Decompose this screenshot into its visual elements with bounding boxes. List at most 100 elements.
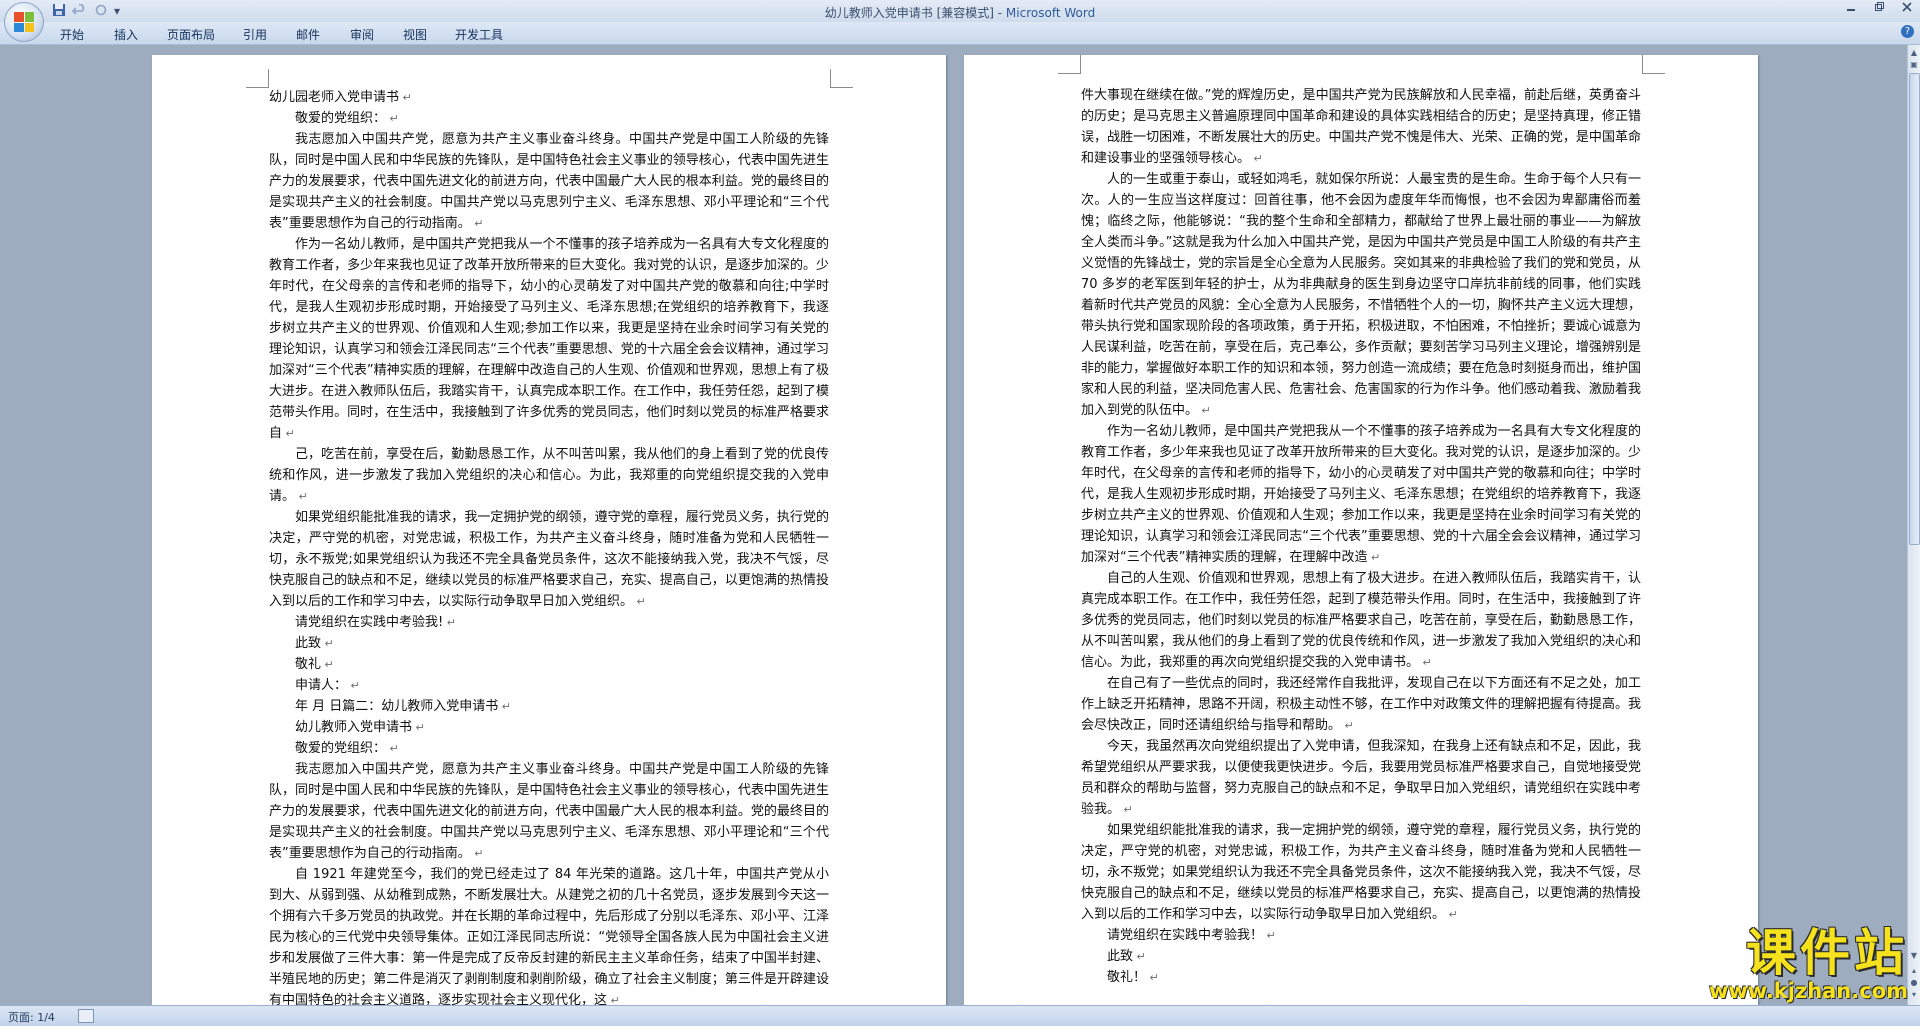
paragraph-mark-icon: ↵ xyxy=(1133,950,1146,963)
paragraph-text: 敬礼 xyxy=(295,657,322,672)
paragraph-text: 此致 xyxy=(295,636,322,651)
close-icon[interactable] xyxy=(1902,1,1912,16)
paragraph[interactable]: 此致 ↵ xyxy=(269,633,829,654)
previous-page-icon[interactable]: ▴ xyxy=(1909,965,1919,977)
paragraph-mark-icon: ↵ xyxy=(607,994,620,1005)
paragraph[interactable]: 我志愿加入中国共产党，愿意为共产主义事业奋斗终身。中国共产党是中国工人阶级的先锋… xyxy=(269,129,829,234)
window-controls xyxy=(1846,1,1912,16)
paragraph-text: 今天，我虽然再次向党组织提出了入党申请，但我深知，在我身上还有缺点和不足，因此，… xyxy=(1081,739,1641,817)
paragraph-text: 申请人： xyxy=(295,678,348,693)
scroll-down-icon[interactable]: ▼ xyxy=(1909,950,1919,962)
tab-view[interactable]: 视图 xyxy=(403,26,427,43)
paragraph[interactable]: 人的一生或重于泰山，或轻如鸿毛，就如保尔所说：人最宝贵的是生命。生命于每个人只有… xyxy=(1081,169,1641,421)
document-page-left[interactable]: 幼儿园老师入党申请书 ↵ 敬爱的党组织： ↵ 我志愿加入中国共产党，愿意为共产主义事… xyxy=(152,55,946,1005)
crop-mark xyxy=(246,69,269,88)
scroll-thumb[interactable] xyxy=(1909,73,1920,545)
paragraph-mark-icon: ↵ xyxy=(412,721,425,734)
scroll-up-icon[interactable]: ▲ xyxy=(1909,47,1919,59)
crop-mark xyxy=(1642,55,1665,74)
restore-icon[interactable] xyxy=(1874,1,1884,16)
page-text-left[interactable]: 幼儿园老师入党申请书 ↵ 敬爱的党组织： ↵ 我志愿加入中国共产党，愿意为共产主义事… xyxy=(269,87,829,1005)
application-name: Microsoft Word xyxy=(1005,6,1096,20)
paragraph-text: 作为一名幼儿教师，是中国共产党把我从一个不懂事的孩子培养成为一名具有大专文化程度… xyxy=(1081,424,1641,565)
paragraph-text: 自 1921 年建党至今，我们的党已经走过了 84 年光荣的道路。这几十年，中国… xyxy=(269,867,829,1005)
watermark-url: www.kjzhan.com xyxy=(1708,979,1908,1003)
paragraph-mark-icon: ↵ xyxy=(1341,719,1354,732)
paragraph[interactable]: 作为一名幼儿教师，是中国共产党把我从一个不懂事的孩子培养成为一名具有大专文化程度… xyxy=(1081,421,1641,568)
paragraph[interactable]: 申请人： ↵ xyxy=(269,675,829,696)
paragraph-mark-icon: ↵ xyxy=(1198,404,1211,417)
paragraph[interactable]: 自己的人生观、价值观和世界观，思想上有了极大进步。在进入教师队伍后，我踏实肯干，… xyxy=(1081,568,1641,673)
paragraph[interactable]: 敬礼 ↵ xyxy=(269,654,829,675)
paragraph[interactable]: 自 1921 年建党至今，我们的党已经走过了 84 年光荣的道路。这几十年，中国… xyxy=(269,864,829,1005)
paragraph-text: 请党组织在实践中考验我！ xyxy=(1107,928,1264,943)
tab-review[interactable]: 审阅 xyxy=(350,26,374,43)
page-count[interactable]: 页面: 1/4 xyxy=(8,1009,55,1025)
paragraph[interactable]: 己，吃苦在前，享受在后，勤勤恳恳工作，从不叫苦叫累，我从他们的身上看到了党的优良… xyxy=(269,444,829,507)
paragraph[interactable]: 请党组织在实践中考验我！ ↵ xyxy=(1081,925,1641,946)
paragraph-mark-icon: ↵ xyxy=(633,595,646,608)
crop-mark xyxy=(830,69,853,88)
paragraph-text: 人的一生或重于泰山，或轻如鸿毛，就如保尔所说：人最宝贵的是生命。生命于每个人只有… xyxy=(1081,172,1641,418)
paragraph-mark-icon: ↵ xyxy=(1146,971,1159,984)
tab-page-layout[interactable]: 页面布局 xyxy=(167,26,215,43)
paragraph-text: 我志愿加入中国共产党，愿意为共产主义事业奋斗终身。中国共产党是中国工人阶级的先锋… xyxy=(269,762,829,861)
page-text-right[interactable]: 件大事现在继续在做。”党的辉煌历史，是中国共产党为民族解放和人民幸福，前赴后继，… xyxy=(1081,85,1641,988)
tab-references[interactable]: 引用 xyxy=(243,26,267,43)
paragraph[interactable]: 如果党组织能批准我的请求，我一定拥护党的纲领，遵守党的章程，履行党员义务，执行党… xyxy=(269,507,829,612)
tab-mailings[interactable]: 邮件 xyxy=(296,26,320,43)
paragraph-text: 敬爱的党组织： xyxy=(295,111,387,126)
paragraph[interactable]: 幼儿教师入党申请书 ↵ xyxy=(269,717,829,738)
paragraph-mark-icon: ↵ xyxy=(443,616,456,629)
paragraph-mark-icon: ↵ xyxy=(1445,908,1458,921)
paragraph[interactable]: 今天，我虽然再次向党组织提出了入党申请，但我深知，在我身上还有缺点和不足，因此，… xyxy=(1081,736,1641,820)
tab-developer[interactable]: 开发工具 xyxy=(455,26,503,43)
paragraph-mark-icon: ↵ xyxy=(1367,551,1381,564)
paragraph[interactable]: 幼儿园老师入党申请书 ↵ xyxy=(269,87,829,108)
proofing-icon[interactable] xyxy=(78,1009,94,1023)
paragraph-mark-icon: ↵ xyxy=(470,217,484,230)
paragraph-mark-icon: ↵ xyxy=(470,847,484,860)
select-browse-object-icon[interactable]: ● xyxy=(1909,977,1919,989)
paragraph[interactable]: 作为一名幼儿教师，是中国共产党把我从一个不懂事的孩子培养成为一名具有大专文化程度… xyxy=(269,234,829,444)
paragraph-text: 幼儿园老师入党申请书 xyxy=(269,90,400,105)
paragraph[interactable]: 件大事现在继续在做。”党的辉煌历史，是中国共产党为民族解放和人民幸福，前赴后继，… xyxy=(1081,85,1641,169)
paragraph[interactable]: 请党组织在实践中考验我! ↵ xyxy=(269,612,829,633)
paragraph[interactable]: 我志愿加入中国共产党，愿意为共产主义事业奋斗终身。中国共产党是中国工人阶级的先锋… xyxy=(269,759,829,864)
paragraph-text: 幼儿教师入党申请书 xyxy=(295,720,413,735)
minimize-icon[interactable] xyxy=(1846,1,1856,16)
paragraph[interactable]: 在自己有了一些优点的同时，我还经常作自我批评，发现自己在以下方面还有不足之处，加… xyxy=(1081,673,1641,736)
paragraph-text: 我志愿加入中国共产党，愿意为共产主义事业奋斗终身。中国共产党是中国工人阶级的先锋… xyxy=(269,132,829,231)
ruler-toggle-icon[interactable]: ▣ xyxy=(1909,59,1919,71)
paragraph[interactable]: 敬爱的党组织： ↵ xyxy=(269,108,829,129)
paragraph-mark-icon: ↵ xyxy=(1419,656,1432,669)
paragraph-text: 敬爱的党组织： xyxy=(295,741,387,756)
office-button[interactable] xyxy=(4,2,44,42)
window-title: 幼儿教师入党申请书 [兼容模式] - Microsoft Word xyxy=(0,4,1920,21)
paragraph[interactable]: 如果党组织能批准我的请求，我一定拥护党的纲领，遵守党的章程，履行党员义务，执行党… xyxy=(1081,820,1641,925)
tab-insert[interactable]: 插入 xyxy=(114,26,138,43)
vertical-scrollbar[interactable]: ▲ ▣ ▼ ▴ ● ▾ xyxy=(1907,45,1920,1005)
document-title: 幼儿教师入党申请书 [兼容模式] - xyxy=(824,6,1006,20)
paragraph-mark-icon: ↵ xyxy=(321,637,334,650)
document-page-right[interactable]: 件大事现在继续在做。”党的辉煌历史，是中国共产党为民族解放和人民幸福，前赴后继，… xyxy=(964,55,1758,1005)
next-page-icon[interactable]: ▾ xyxy=(1909,989,1919,1001)
paragraph-text: 敬礼！ xyxy=(1107,970,1147,985)
paragraph-mark-icon: ↵ xyxy=(1263,929,1276,942)
tab-home[interactable]: 开始 xyxy=(60,26,84,43)
paragraph-text: 作为一名幼儿教师，是中国共产党把我从一个不懂事的孩子培养成为一名具有大专文化程度… xyxy=(269,237,829,441)
paragraph-mark-icon: ↵ xyxy=(321,658,334,671)
paragraph[interactable]: 此致 ↵ xyxy=(1081,946,1641,967)
paragraph-mark-icon: ↵ xyxy=(1120,803,1133,816)
crop-mark xyxy=(1058,55,1081,74)
paragraph-text: 自己的人生观、价值观和世界观，思想上有了极大进步。在进入教师队伍后，我踏实肯干，… xyxy=(1081,571,1641,670)
document-workspace: 幼儿园老师入党申请书 ↵ 敬爱的党组织： ↵ 我志愿加入中国共产党，愿意为共产主义事… xyxy=(0,45,1908,1005)
paragraph[interactable]: 敬礼！ ↵ xyxy=(1081,967,1641,988)
paragraph-mark-icon: ↵ xyxy=(295,490,308,503)
paragraph[interactable]: 敬爱的党组织： ↵ xyxy=(269,738,829,759)
help-icon[interactable]: ? xyxy=(1901,25,1914,38)
paragraph-mark-icon: ↵ xyxy=(282,427,295,440)
paragraph-mark-icon: ↵ xyxy=(399,91,412,104)
paragraph[interactable]: 年 月 日篇二：幼儿教师入党申请书 ↵ xyxy=(269,696,829,717)
paragraph-mark-icon: ↵ xyxy=(1250,152,1263,165)
